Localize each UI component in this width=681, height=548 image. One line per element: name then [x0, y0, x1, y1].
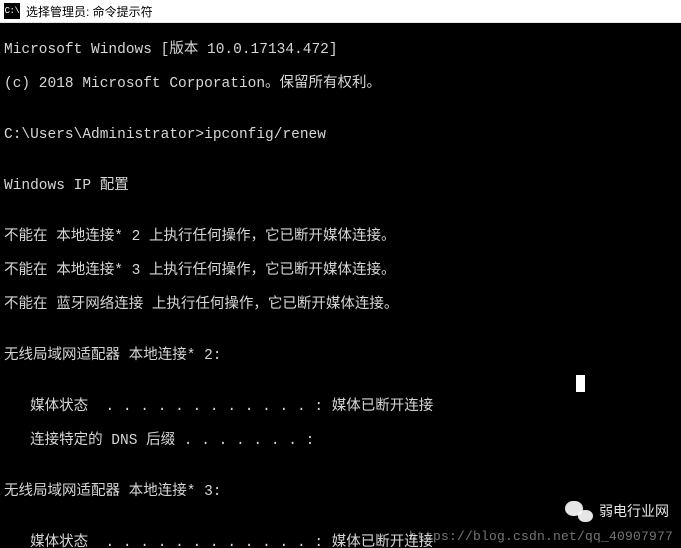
cmd-icon: C:\ — [4, 3, 20, 19]
wechat-icon — [565, 499, 593, 523]
terminal-line: 不能在 本地连接* 3 上执行任何操作，它已断开媒体连接。 — [4, 263, 677, 280]
terminal-area[interactable]: Microsoft Windows [版本 10.0.17134.472] (c… — [0, 23, 681, 548]
cmd-window: C:\ 选择管理员: 命令提示符 Microsoft Windows [版本 1… — [0, 0, 681, 548]
terminal-line: 不能在 蓝牙网络连接 上执行任何操作，它已断开媒体连接。 — [4, 297, 677, 314]
terminal-line: Windows IP 配置 — [4, 178, 677, 195]
titlebar[interactable]: C:\ 选择管理员: 命令提示符 — [0, 0, 681, 23]
terminal-line: 连接特定的 DNS 后缀 . . . . . . . : — [4, 433, 677, 450]
window-title: 选择管理员: 命令提示符 — [26, 3, 153, 20]
terminal-line: 不能在 本地连接* 2 上执行任何操作，它已断开媒体连接。 — [4, 229, 677, 246]
terminal-line: 无线局域网适配器 本地连接* 2: — [4, 348, 677, 365]
text-cursor — [576, 375, 585, 392]
terminal-line: (c) 2018 Microsoft Corporation。保留所有权利。 — [4, 76, 677, 93]
wechat-text: 弱电行业网 — [599, 503, 669, 520]
wechat-watermark: 弱电行业网 — [565, 499, 669, 523]
terminal-line: C:\Users\Administrator>ipconfig/renew — [4, 127, 677, 144]
terminal-line: Microsoft Windows [版本 10.0.17134.472] — [4, 42, 677, 59]
terminal-line: 媒体状态 . . . . . . . . . . . . : 媒体已断开连接 — [4, 399, 677, 416]
url-watermark: https://blog.csdn.net/qq_40907977 — [409, 528, 673, 545]
